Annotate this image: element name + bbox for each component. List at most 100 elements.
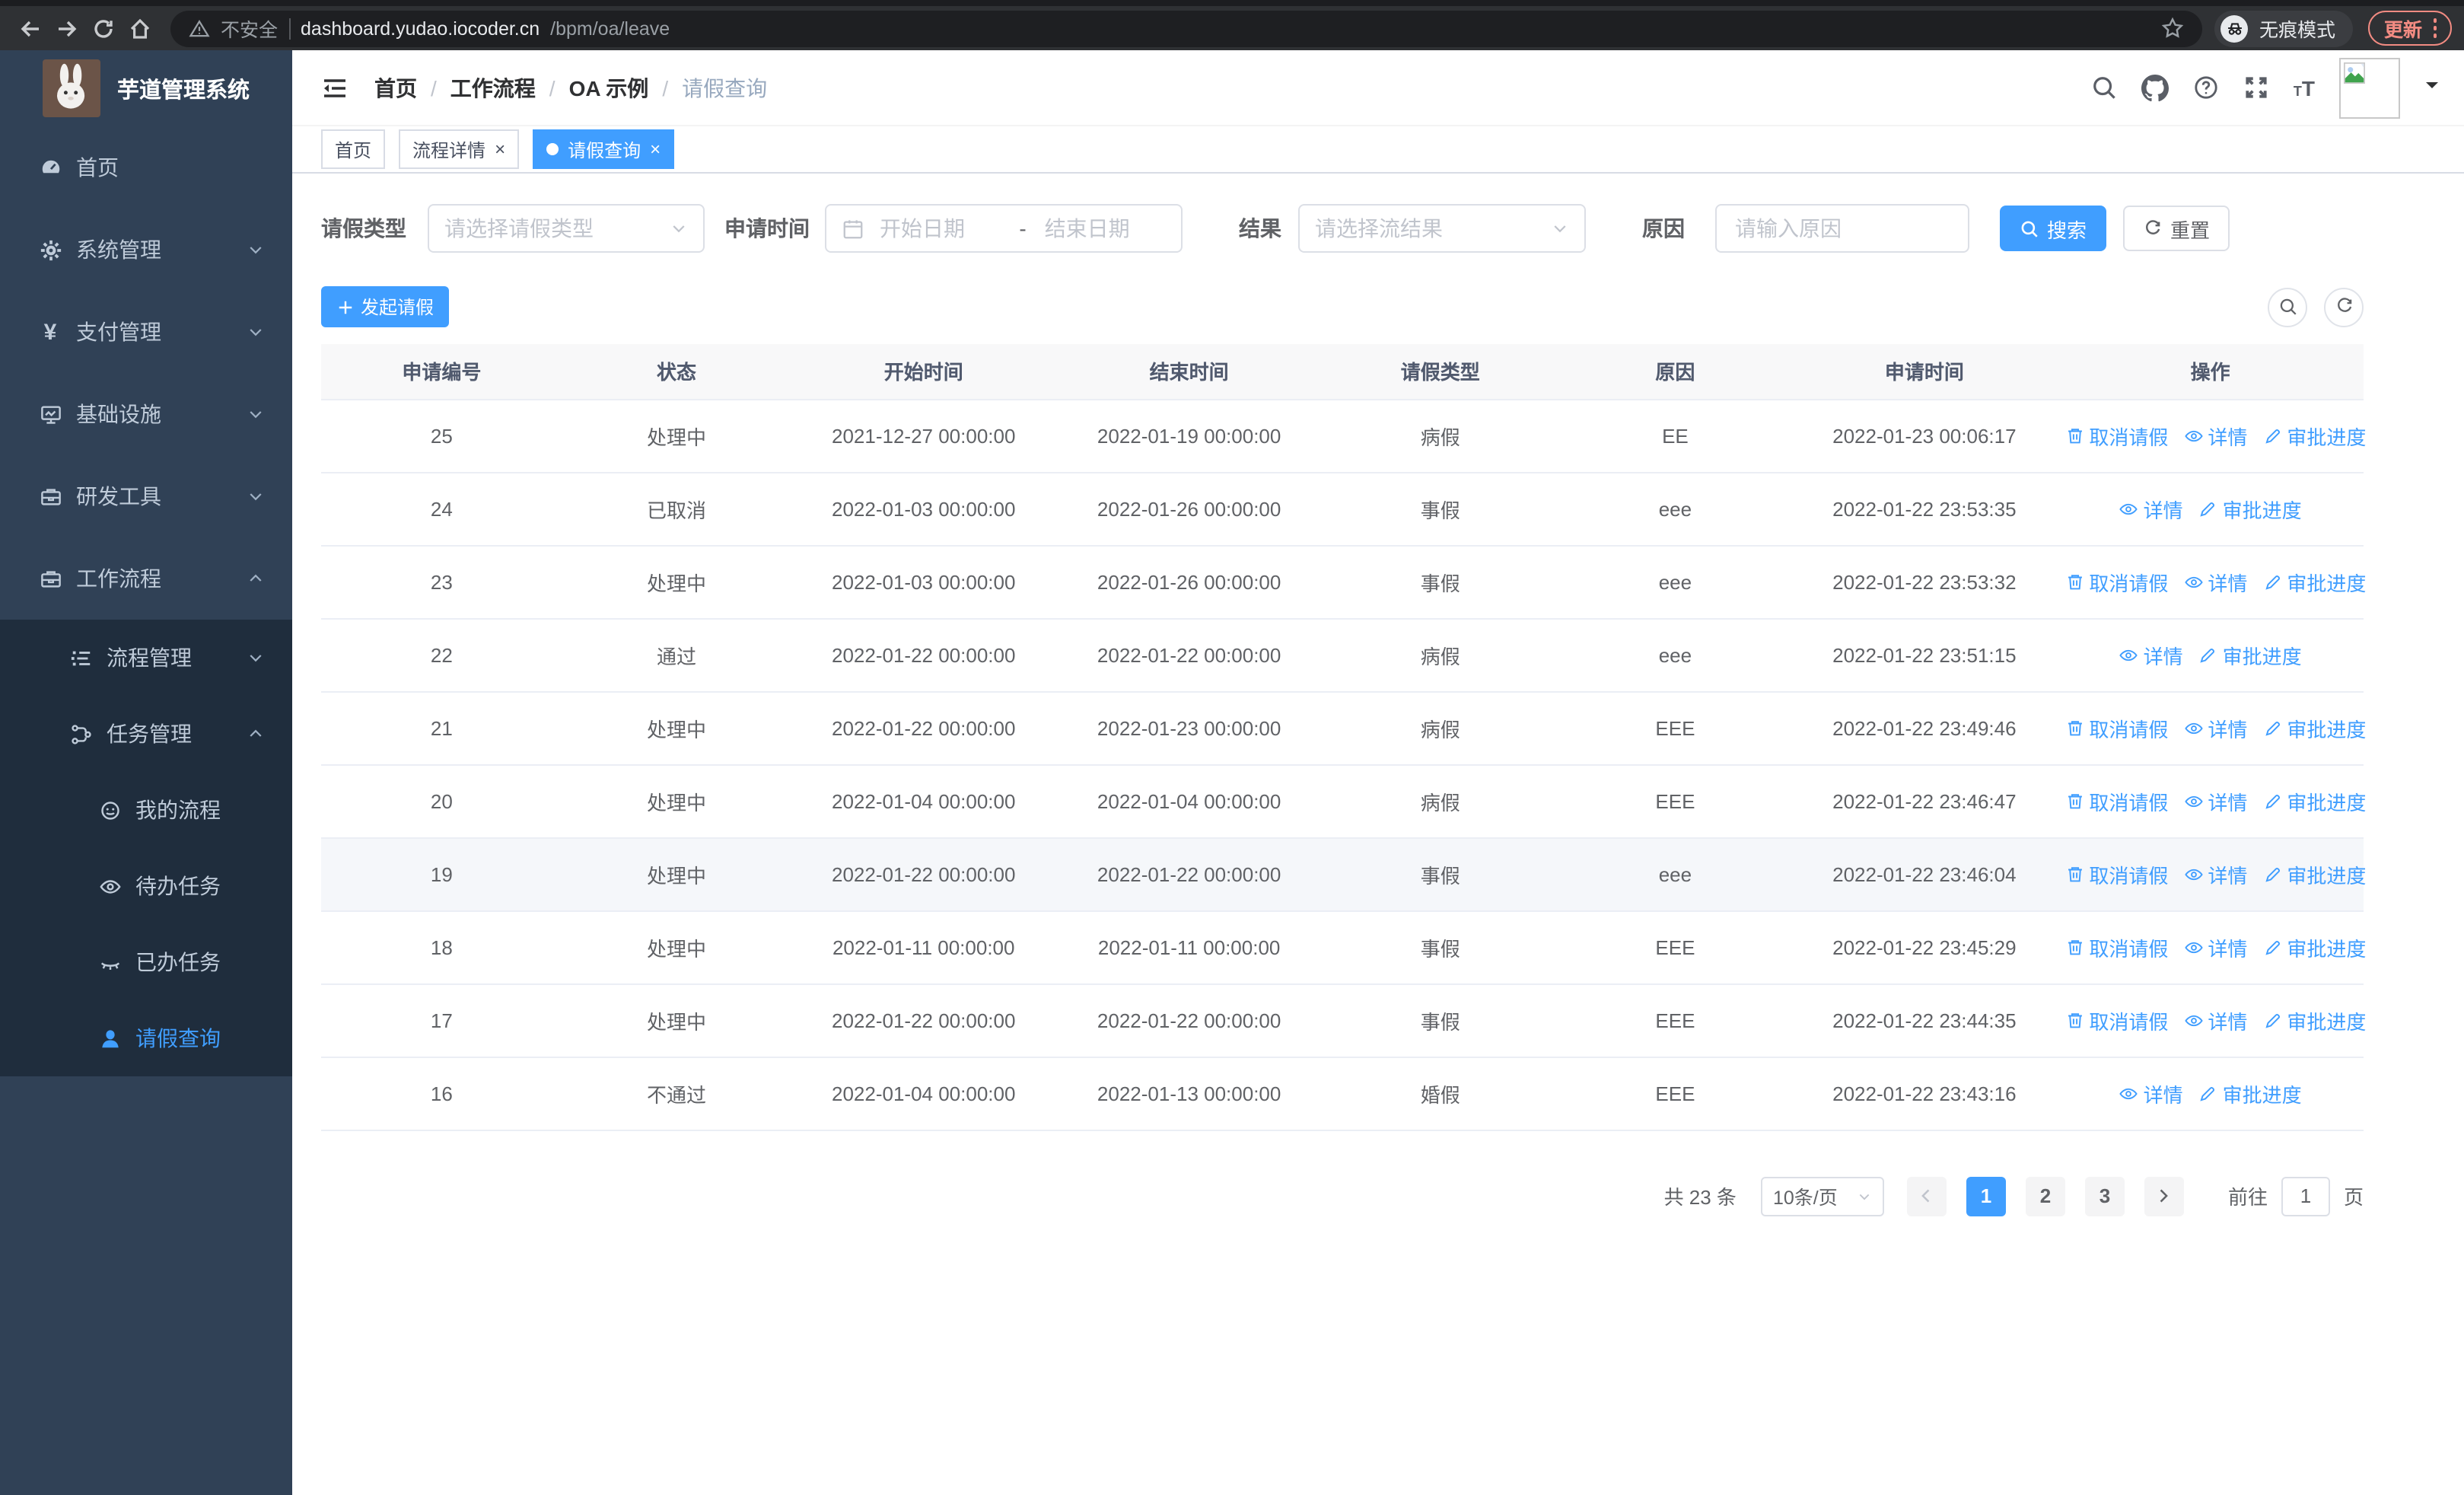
- cancel-action-link[interactable]: 取消请假: [2064, 567, 2168, 596]
- bookmark-star-icon[interactable]: [2162, 17, 2185, 40]
- sidebar-toggle-icon[interactable]: [321, 74, 349, 101]
- progress-action-link[interactable]: 审批进度: [2262, 932, 2366, 961]
- action-label: 审批进度: [2222, 645, 2302, 668]
- main-panel: 首页 / 工作流程 / OA 示例 / 请假查询 TT 首页 流程详情 × 请假…: [292, 50, 2464, 1495]
- address-bar[interactable]: 不安全 dashboard.yudao.iocoder.cn /bpm/oa/l…: [170, 10, 2203, 46]
- leave-type-select[interactable]: 请选择请假类型: [428, 204, 705, 253]
- app-logo-row[interactable]: 芋道管理系统: [0, 50, 292, 126]
- cancel-action-link[interactable]: 取消请假: [2064, 713, 2168, 742]
- sidebar-item-user[interactable]: 请假查询: [0, 1000, 292, 1076]
- github-icon[interactable]: [2141, 74, 2169, 101]
- apply-time-range-picker[interactable]: 开始日期 - 结束日期: [825, 204, 1183, 253]
- search-button[interactable]: 搜索: [2000, 206, 2107, 251]
- sidebar-item-face[interactable]: 我的流程: [0, 772, 292, 848]
- reload-button[interactable]: [85, 10, 122, 46]
- create-leave-button[interactable]: 发起请假: [321, 286, 450, 327]
- detail-action-link[interactable]: 详情: [2183, 1006, 2247, 1034]
- progress-action-link[interactable]: 审批进度: [2262, 786, 2366, 815]
- cell-reason: EEE: [1558, 691, 1792, 765]
- action-label: 审批进度: [2287, 791, 2367, 814]
- cell-id: 23: [321, 545, 562, 619]
- sidebar-item-eye[interactable]: 待办任务: [0, 848, 292, 924]
- page-3-button[interactable]: 3: [2084, 1176, 2125, 1216]
- cancel-action-link[interactable]: 取消请假: [2064, 786, 2168, 815]
- detail-action-link[interactable]: 详情: [2183, 859, 2247, 888]
- breadcrumb-item[interactable]: 工作流程: [450, 72, 536, 103]
- progress-action-link[interactable]: 审批进度: [2262, 421, 2366, 450]
- breadcrumb-item[interactable]: 首页: [374, 72, 417, 103]
- close-icon[interactable]: ×: [495, 140, 505, 158]
- refresh-table-button[interactable]: [2324, 287, 2364, 327]
- detail-action-link[interactable]: 详情: [2119, 640, 2183, 669]
- incognito-icon: [2220, 14, 2249, 42]
- app-title: 芋道管理系统: [117, 78, 250, 103]
- browser-menu-icon[interactable]: [2433, 18, 2437, 38]
- cancel-action-link[interactable]: 取消请假: [2064, 859, 2168, 888]
- action-label: 审批进度: [2287, 937, 2367, 960]
- progress-action-link[interactable]: 审批进度: [2198, 494, 2302, 523]
- toggle-search-button[interactable]: [2268, 287, 2307, 327]
- page-size-select[interactable]: 10条/页: [1760, 1176, 1884, 1216]
- detail-action-link[interactable]: 详情: [2183, 932, 2247, 961]
- reset-button[interactable]: 重置: [2123, 206, 2230, 251]
- view-tab[interactable]: 首页: [321, 129, 386, 169]
- page-1-button[interactable]: 1: [1966, 1176, 2006, 1216]
- action-label: 审批进度: [2287, 572, 2367, 594]
- progress-action-link[interactable]: 审批进度: [2262, 567, 2366, 596]
- action-label: 取消请假: [2089, 937, 2169, 960]
- cell-end: 2022-01-26 00:00:00: [1056, 545, 1323, 619]
- help-icon[interactable]: [2193, 75, 2219, 100]
- view-tab[interactable]: 流程详情 ×: [399, 129, 520, 169]
- progress-action-link[interactable]: 审批进度: [2198, 1079, 2302, 1108]
- next-page-button[interactable]: [2144, 1176, 2184, 1216]
- cell-start: 2022-01-22 00:00:00: [791, 691, 1057, 765]
- progress-action-link[interactable]: 审批进度: [2262, 713, 2366, 742]
- sidebar-item-gear[interactable]: 系统管理: [0, 209, 292, 291]
- action-label: 详情: [2208, 572, 2248, 594]
- url-host: dashboard.yudao.iocoder.cn: [301, 18, 540, 39]
- breadcrumb-item[interactable]: OA 示例: [569, 72, 649, 103]
- home-button[interactable]: [122, 10, 158, 46]
- result-select[interactable]: 请选择流结果: [1298, 204, 1586, 253]
- sidebar-item-dashboard[interactable]: 首页: [0, 126, 292, 209]
- search-icon[interactable]: [2091, 75, 2117, 100]
- fullscreen-icon[interactable]: [2243, 75, 2269, 100]
- forward-button[interactable]: [49, 10, 85, 46]
- progress-action-link[interactable]: 审批进度: [2262, 1006, 2366, 1034]
- goto-page-input[interactable]: [2281, 1176, 2330, 1216]
- progress-action-link[interactable]: 审批进度: [2262, 859, 2366, 888]
- avatar-caret-icon[interactable]: [2424, 78, 2440, 97]
- cancel-action-link[interactable]: 取消请假: [2064, 932, 2168, 961]
- back-button[interactable]: [12, 10, 49, 46]
- font-size-icon[interactable]: TT: [2294, 75, 2315, 100]
- cancel-action-link[interactable]: 取消请假: [2064, 421, 2168, 450]
- sidebar-item-yen[interactable]: ¥ 支付管理: [0, 291, 292, 373]
- view-tab[interactable]: 请假查询 ×: [533, 129, 675, 169]
- progress-action-link[interactable]: 审批进度: [2198, 640, 2302, 669]
- detail-action-link[interactable]: 详情: [2119, 1079, 2183, 1108]
- detail-action-link[interactable]: 详情: [2183, 713, 2247, 742]
- reason-input[interactable]: [1715, 204, 1969, 253]
- detail-action-link[interactable]: 详情: [2183, 567, 2247, 596]
- page-2-button[interactable]: 2: [2025, 1176, 2065, 1216]
- avatar[interactable]: [2339, 57, 2400, 118]
- detail-action-link[interactable]: 详情: [2183, 421, 2247, 450]
- sidebar-item-monitor[interactable]: 基础设施: [0, 373, 292, 455]
- sidebar-item-flow[interactable]: 任务管理: [0, 696, 292, 772]
- sidebar-item-label: 基础设施: [76, 402, 161, 426]
- sidebar-item-briefcase[interactable]: 工作流程: [0, 537, 292, 620]
- cell-actions: 详情 审批进度: [2057, 618, 2364, 692]
- detail-action-link[interactable]: 详情: [2119, 494, 2183, 523]
- action-label: 审批进度: [2287, 864, 2367, 887]
- chevron-down-icon: [1857, 1188, 1872, 1203]
- sidebar-item-list-tree[interactable]: 流程管理: [0, 620, 292, 696]
- pagination: 共 23 条 10条/页 123 前往 1 页: [321, 1176, 2364, 1216]
- update-button[interactable]: 更新: [2368, 11, 2452, 46]
- detail-action-link[interactable]: 详情: [2183, 786, 2247, 815]
- close-icon[interactable]: ×: [650, 140, 661, 158]
- cancel-action-link[interactable]: 取消请假: [2064, 1006, 2168, 1034]
- sidebar-item-eye-closed[interactable]: 已办任务: [0, 924, 292, 1000]
- prev-page-button[interactable]: [1906, 1176, 1947, 1216]
- sidebar-item-toolbox[interactable]: 研发工具: [0, 455, 292, 537]
- reset-button-label: 重置: [2170, 218, 2211, 241]
